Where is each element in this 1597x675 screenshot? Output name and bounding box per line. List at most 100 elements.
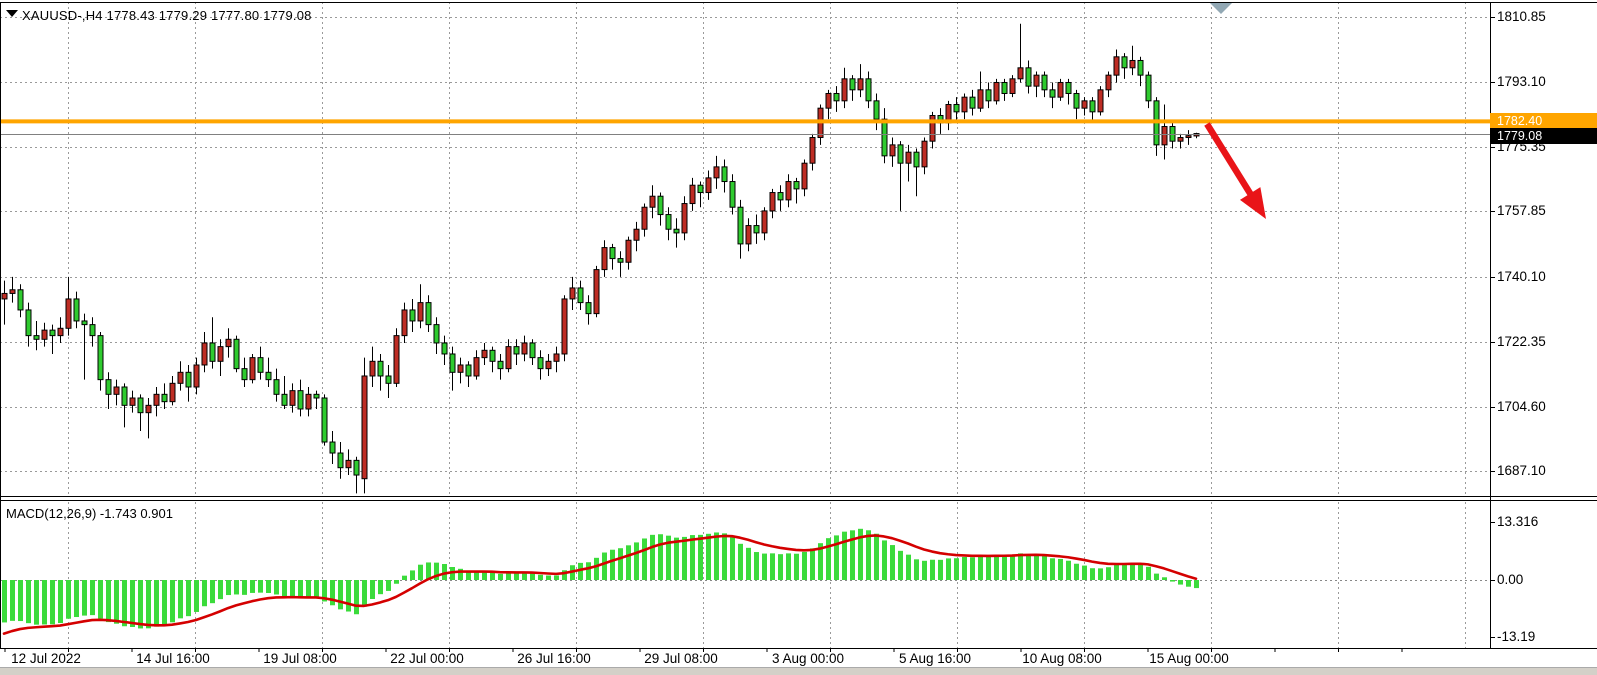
candlestick [234, 339, 239, 368]
macd-histogram-bar [18, 580, 23, 621]
macd-histogram-bar [602, 553, 607, 580]
macd-histogram-bar [642, 538, 647, 580]
trend-arrow-shaft [1207, 124, 1253, 199]
macd-histogram-bar [594, 558, 599, 580]
candlestick [1098, 90, 1103, 112]
candlestick [242, 369, 247, 380]
macd-histogram-bar [554, 575, 559, 580]
candlestick [890, 145, 895, 156]
macd-histogram-bar [978, 556, 983, 580]
candlestick [554, 354, 559, 361]
macd-histogram-bar [210, 580, 215, 603]
candlestick [962, 97, 967, 112]
macd-histogram-bar [970, 557, 975, 580]
candlestick [914, 152, 919, 167]
candlestick [770, 193, 775, 211]
candlestick [1026, 68, 1031, 86]
candlestick [874, 101, 879, 119]
macd-histogram-bar [506, 573, 511, 580]
macd-histogram-bar [250, 580, 255, 593]
chart-window: XAUUSD-,H4 1778.43 1779.29 1777.80 1779.… [0, 0, 1597, 675]
macd-histogram-bar [514, 573, 519, 580]
candlestick-chart-canvas[interactable] [0, 0, 1597, 675]
candlestick [1034, 75, 1039, 86]
macd-histogram-bar [1090, 568, 1095, 580]
macd-histogram-bar [1074, 564, 1079, 580]
candlestick [258, 358, 263, 373]
candlestick [506, 347, 511, 369]
macd-histogram-bar [106, 580, 111, 622]
macd-histogram-bar [794, 554, 799, 580]
macd-histogram-bar [530, 573, 535, 580]
candlestick [1090, 101, 1095, 112]
candlestick [922, 141, 927, 167]
time-axis-label: 12 Jul 2022 [0, 651, 101, 666]
macd-histogram-bar [306, 580, 311, 598]
macd-histogram-bar [218, 580, 223, 599]
macd-histogram-bar [74, 580, 79, 617]
macd-histogram-bar [146, 580, 151, 628]
macd-histogram-bar [1034, 554, 1039, 580]
macd-histogram-bar [1138, 564, 1143, 580]
macd-histogram-bar [66, 580, 71, 619]
candlestick [954, 104, 959, 111]
macd-histogram-bar [770, 553, 775, 580]
macd-histogram-bar [778, 554, 783, 580]
candlestick [66, 299, 71, 328]
candlestick [1066, 82, 1071, 93]
candlestick [722, 167, 727, 182]
candlestick [178, 372, 183, 383]
macd-axis-label: 0.00 [1497, 572, 1523, 587]
macd-histogram-bar [370, 580, 375, 599]
candlestick [362, 376, 367, 479]
macd-histogram-bar [962, 557, 967, 580]
candlestick [1050, 90, 1055, 97]
candlestick [618, 259, 623, 263]
macd-histogram-bar [922, 561, 927, 580]
candlestick [570, 288, 575, 299]
macd-histogram-bar [658, 534, 663, 580]
candlestick [298, 391, 303, 409]
macd-histogram-bar [58, 580, 63, 623]
macd-histogram-bar [1042, 556, 1047, 580]
macd-histogram-bar [802, 552, 807, 580]
candlestick [530, 343, 535, 358]
price-axis-label: 1740.10 [1497, 269, 1546, 284]
candlestick [642, 207, 647, 229]
macd-histogram-bar [786, 553, 791, 580]
candlestick [50, 330, 55, 336]
candlestick [482, 350, 487, 357]
candlestick [122, 387, 127, 405]
candlestick [474, 358, 479, 376]
macd-histogram-bar [674, 538, 679, 580]
macd-histogram-bar [474, 572, 479, 580]
macd-histogram-bar [290, 580, 295, 597]
candlestick [634, 229, 639, 240]
macd-histogram-bar [898, 551, 903, 580]
macd-histogram-bar [906, 555, 911, 580]
price-axis-label: 1757.85 [1497, 203, 1546, 218]
price-level-badge: 1782.40 [1490, 113, 1597, 129]
chart-title: XAUUSD-,H4 1778.43 1779.29 1777.80 1779.… [22, 8, 312, 23]
macd-histogram-bar [226, 580, 231, 595]
candlestick [138, 398, 143, 413]
macd-histogram-bar [1194, 580, 1199, 588]
candlestick [322, 398, 327, 442]
macd-histogram-bar [938, 560, 943, 580]
candlestick [402, 310, 407, 336]
trend-arrow-head [1240, 187, 1266, 219]
macd-histogram-bar [26, 580, 31, 623]
candlestick [98, 336, 103, 380]
macd-histogram-bar [946, 558, 951, 580]
candlestick [90, 325, 95, 336]
macd-axis-label: -13.19 [1497, 629, 1535, 644]
macd-histogram-bar [842, 532, 847, 580]
candlestick [154, 394, 159, 405]
symbol-dropdown-icon[interactable] [6, 10, 18, 17]
macd-histogram-bar [746, 548, 751, 580]
chart-shift-icon[interactable] [1210, 3, 1232, 14]
macd-histogram-bar [706, 534, 711, 580]
macd-histogram-bar [634, 542, 639, 580]
candlestick [42, 330, 47, 339]
candlestick [370, 361, 375, 376]
